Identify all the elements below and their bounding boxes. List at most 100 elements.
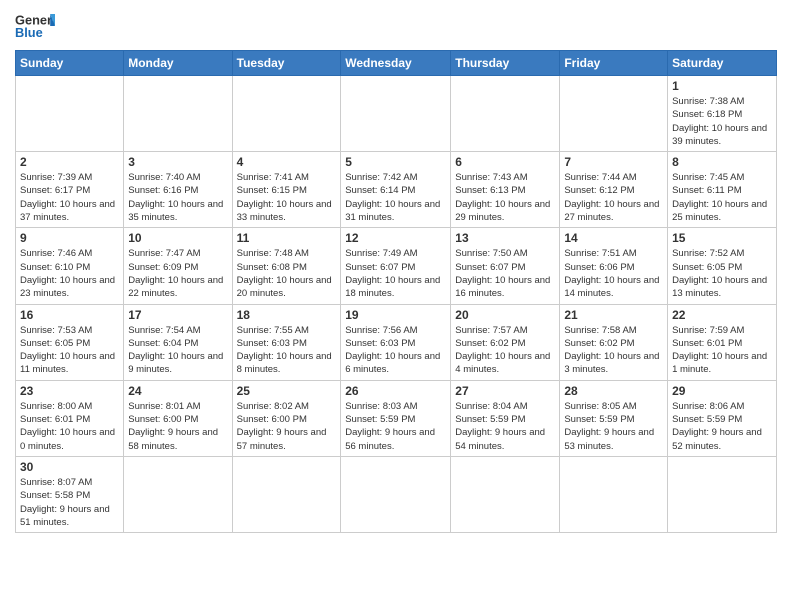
day-info: Sunrise: 8:01 AM Sunset: 6:00 PM Dayligh… xyxy=(128,400,227,453)
day-number: 16 xyxy=(20,308,119,322)
day-cell xyxy=(451,76,560,152)
day-info: Sunrise: 7:47 AM Sunset: 6:09 PM Dayligh… xyxy=(128,247,227,300)
day-cell: 18 Sunrise: 7:55 AM Sunset: 6:03 PM Dayli… xyxy=(232,304,341,380)
weekday-saturday: Saturday xyxy=(668,51,777,76)
day-info: Sunrise: 7:54 AM Sunset: 6:04 PM Dayligh… xyxy=(128,324,227,377)
day-cell xyxy=(124,76,232,152)
day-info: Sunrise: 7:41 AM Sunset: 6:15 PM Dayligh… xyxy=(237,171,337,224)
day-cell: 26 Sunrise: 8:03 AM Sunset: 5:59 PM Dayli… xyxy=(341,380,451,456)
week-row-4: 23 Sunrise: 8:00 AM Sunset: 6:01 PM Dayli… xyxy=(16,380,777,456)
weekday-monday: Monday xyxy=(124,51,232,76)
day-cell: 29 Sunrise: 8:06 AM Sunset: 5:59 PM Dayli… xyxy=(668,380,777,456)
day-cell xyxy=(451,456,560,532)
day-cell: 14 Sunrise: 7:51 AM Sunset: 6:06 PM Dayli… xyxy=(560,228,668,304)
day-cell: 25Sunrise: 8:02 AM Sunset: 6:00 PM Dayli… xyxy=(232,380,341,456)
day-cell: 20 Sunrise: 7:57 AM Sunset: 6:02 PM Dayli… xyxy=(451,304,560,380)
day-number: 1 xyxy=(672,79,772,93)
day-number: 29 xyxy=(672,384,772,398)
logo: General Blue xyxy=(15,10,55,42)
day-number: 7 xyxy=(564,155,663,169)
day-cell: 4Sunrise: 7:41 AM Sunset: 6:15 PM Daylig… xyxy=(232,152,341,228)
day-cell xyxy=(341,456,451,532)
day-info: Sunrise: 7:42 AM Sunset: 6:14 PM Dayligh… xyxy=(345,171,446,224)
day-number: 24 xyxy=(128,384,227,398)
day-cell: 2Sunrise: 7:39 AM Sunset: 6:17 PM Daylig… xyxy=(16,152,124,228)
day-number: 15 xyxy=(672,231,772,245)
day-info: Sunrise: 7:57 AM Sunset: 6:02 PM Dayligh… xyxy=(455,324,555,377)
header: General Blue xyxy=(15,10,777,42)
day-cell: 21Sunrise: 7:58 AM Sunset: 6:02 PM Dayli… xyxy=(560,304,668,380)
day-number: 6 xyxy=(455,155,555,169)
day-cell: 5Sunrise: 7:42 AM Sunset: 6:14 PM Daylig… xyxy=(341,152,451,228)
day-cell xyxy=(341,76,451,152)
day-number: 12 xyxy=(345,231,446,245)
svg-text:Blue: Blue xyxy=(15,25,43,40)
day-info: Sunrise: 7:53 AM Sunset: 6:05 PM Dayligh… xyxy=(20,324,119,377)
day-cell: 7 Sunrise: 7:44 AM Sunset: 6:12 PM Daylig… xyxy=(560,152,668,228)
day-cell xyxy=(560,456,668,532)
day-number: 2 xyxy=(20,155,119,169)
day-info: Sunrise: 8:07 AM Sunset: 5:58 PM Dayligh… xyxy=(20,476,119,529)
day-info: Sunrise: 7:38 AM Sunset: 6:18 PM Dayligh… xyxy=(672,95,772,148)
week-row-3: 16 Sunrise: 7:53 AM Sunset: 6:05 PM Dayli… xyxy=(16,304,777,380)
weekday-sunday: Sunday xyxy=(16,51,124,76)
day-number: 22 xyxy=(672,308,772,322)
day-cell: 12 Sunrise: 7:49 AM Sunset: 6:07 PM Dayli… xyxy=(341,228,451,304)
day-cell xyxy=(16,76,124,152)
day-cell: 28 Sunrise: 8:05 AM Sunset: 5:59 PM Dayli… xyxy=(560,380,668,456)
day-info: Sunrise: 8:03 AM Sunset: 5:59 PM Dayligh… xyxy=(345,400,446,453)
day-number: 9 xyxy=(20,231,119,245)
day-number: 26 xyxy=(345,384,446,398)
day-cell: 11Sunrise: 7:48 AM Sunset: 6:08 PM Dayli… xyxy=(232,228,341,304)
day-info: Sunrise: 7:58 AM Sunset: 6:02 PM Dayligh… xyxy=(564,324,663,377)
day-info: Sunrise: 7:56 AM Sunset: 6:03 PM Dayligh… xyxy=(345,324,446,377)
day-info: Sunrise: 8:00 AM Sunset: 6:01 PM Dayligh… xyxy=(20,400,119,453)
day-number: 18 xyxy=(237,308,337,322)
day-info: Sunrise: 7:40 AM Sunset: 6:16 PM Dayligh… xyxy=(128,171,227,224)
day-cell xyxy=(232,76,341,152)
weekday-tuesday: Tuesday xyxy=(232,51,341,76)
day-info: Sunrise: 7:43 AM Sunset: 6:13 PM Dayligh… xyxy=(455,171,555,224)
day-cell: 27 Sunrise: 8:04 AM Sunset: 5:59 PM Dayli… xyxy=(451,380,560,456)
day-number: 23 xyxy=(20,384,119,398)
day-number: 10 xyxy=(128,231,227,245)
day-info: Sunrise: 7:44 AM Sunset: 6:12 PM Dayligh… xyxy=(564,171,663,224)
day-number: 27 xyxy=(455,384,555,398)
day-cell: 8 Sunrise: 7:45 AM Sunset: 6:11 PM Daylig… xyxy=(668,152,777,228)
day-cell xyxy=(124,456,232,532)
week-row-1: 2Sunrise: 7:39 AM Sunset: 6:17 PM Daylig… xyxy=(16,152,777,228)
day-cell: 16 Sunrise: 7:53 AM Sunset: 6:05 PM Dayli… xyxy=(16,304,124,380)
day-number: 30 xyxy=(20,460,119,474)
day-number: 20 xyxy=(455,308,555,322)
day-number: 8 xyxy=(672,155,772,169)
day-info: Sunrise: 7:50 AM Sunset: 6:07 PM Dayligh… xyxy=(455,247,555,300)
day-cell xyxy=(560,76,668,152)
day-cell: 6 Sunrise: 7:43 AM Sunset: 6:13 PM Daylig… xyxy=(451,152,560,228)
day-number: 25 xyxy=(237,384,337,398)
weekday-thursday: Thursday xyxy=(451,51,560,76)
day-number: 13 xyxy=(455,231,555,245)
day-info: Sunrise: 7:49 AM Sunset: 6:07 PM Dayligh… xyxy=(345,247,446,300)
weekday-header-row: SundayMondayTuesdayWednesdayThursdayFrid… xyxy=(16,51,777,76)
week-row-5: 30 Sunrise: 8:07 AM Sunset: 5:58 PM Dayli… xyxy=(16,456,777,532)
day-info: Sunrise: 8:04 AM Sunset: 5:59 PM Dayligh… xyxy=(455,400,555,453)
day-cell xyxy=(232,456,341,532)
day-info: Sunrise: 7:51 AM Sunset: 6:06 PM Dayligh… xyxy=(564,247,663,300)
day-cell: 9 Sunrise: 7:46 AM Sunset: 6:10 PM Daylig… xyxy=(16,228,124,304)
day-info: Sunrise: 7:52 AM Sunset: 6:05 PM Dayligh… xyxy=(672,247,772,300)
day-number: 28 xyxy=(564,384,663,398)
day-cell: 1 Sunrise: 7:38 AM Sunset: 6:18 PM Daylig… xyxy=(668,76,777,152)
day-info: Sunrise: 8:06 AM Sunset: 5:59 PM Dayligh… xyxy=(672,400,772,453)
day-number: 11 xyxy=(237,231,337,245)
day-number: 14 xyxy=(564,231,663,245)
day-info: Sunrise: 7:59 AM Sunset: 6:01 PM Dayligh… xyxy=(672,324,772,377)
day-cell: 30 Sunrise: 8:07 AM Sunset: 5:58 PM Dayli… xyxy=(16,456,124,532)
day-cell: 13 Sunrise: 7:50 AM Sunset: 6:07 PM Dayli… xyxy=(451,228,560,304)
day-info: Sunrise: 7:45 AM Sunset: 6:11 PM Dayligh… xyxy=(672,171,772,224)
day-info: Sunrise: 7:46 AM Sunset: 6:10 PM Dayligh… xyxy=(20,247,119,300)
day-info: Sunrise: 7:55 AM Sunset: 6:03 PM Dayligh… xyxy=(237,324,337,377)
day-info: Sunrise: 8:05 AM Sunset: 5:59 PM Dayligh… xyxy=(564,400,663,453)
day-cell: 3Sunrise: 7:40 AM Sunset: 6:16 PM Daylig… xyxy=(124,152,232,228)
weekday-wednesday: Wednesday xyxy=(341,51,451,76)
week-row-0: 1 Sunrise: 7:38 AM Sunset: 6:18 PM Daylig… xyxy=(16,76,777,152)
